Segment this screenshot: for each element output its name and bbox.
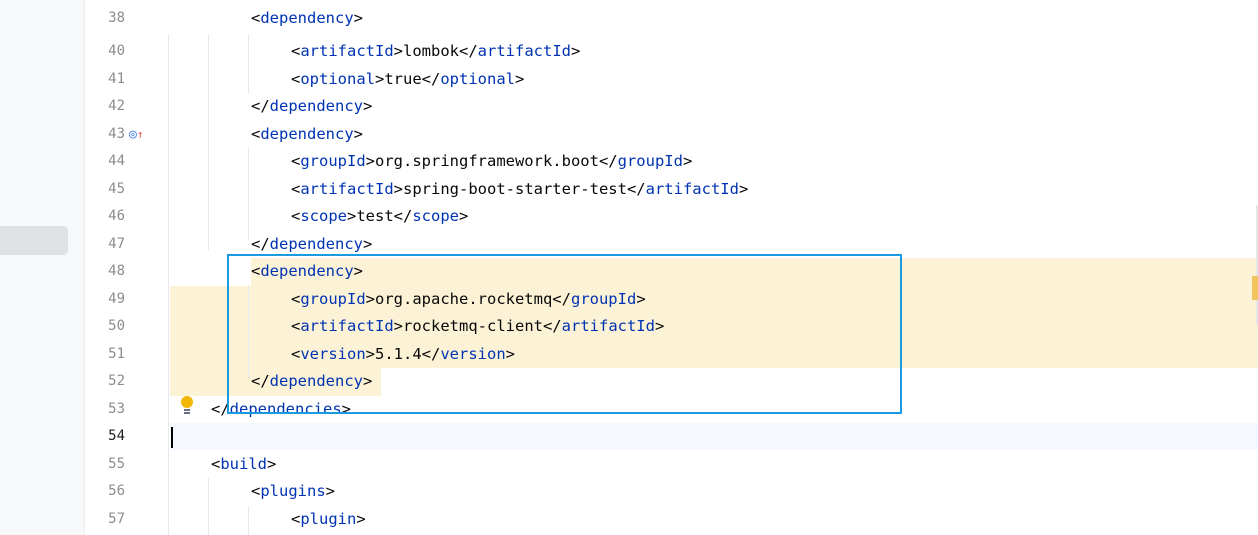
xml-text: </ <box>251 97 270 115</box>
code-line[interactable]: 41 <optional>true</optional> <box>85 66 1258 94</box>
line-number: 53 <box>108 401 125 417</box>
xml-tag-name: dependency <box>260 125 354 143</box>
line-number: 43 <box>108 126 125 142</box>
xml-tag-name: plugin <box>300 510 357 528</box>
xml-text: > <box>267 455 277 473</box>
arrow-up-icon: ↑ <box>136 128 144 141</box>
code-text: <optional>true</optional> <box>291 66 524 94</box>
xml-text: < <box>211 455 221 473</box>
xml-text: > <box>514 70 525 88</box>
code-line[interactable]: 46 <scope>test</scope> <box>85 203 1258 231</box>
code-text: <plugin> <box>291 506 366 534</box>
xml-text: > <box>459 207 469 225</box>
line-number: 51 <box>108 346 125 362</box>
selection-annotation-box <box>227 254 902 414</box>
xml-tag-name: dependency <box>260 9 354 27</box>
code-text: <build> <box>211 451 276 479</box>
xml-text: > <box>353 9 364 27</box>
code-line[interactable]: 40 <artifactId>lombok</artifactId> <box>85 38 1258 66</box>
xml-tag-name: dependency <box>269 235 363 253</box>
code-text: <dependency> <box>251 121 363 149</box>
line-number: 56 <box>108 483 125 499</box>
xml-text: < <box>251 9 261 27</box>
code-text: <artifactId>spring-boot-starter-test</ar… <box>291 176 748 204</box>
project-panel <box>0 0 85 535</box>
xml-text: >test</ <box>347 207 413 225</box>
xml-text: < <box>291 180 301 198</box>
code-line[interactable]: 45 <artifactId>spring-boot-starter-test</… <box>85 176 1258 204</box>
code-line[interactable]: 54 <box>85 423 1258 451</box>
xml-text: >lombok</ <box>393 42 478 60</box>
line-number: 40 <box>108 43 125 59</box>
xml-text: > <box>353 125 364 143</box>
xml-tag-name: groupId <box>300 152 366 170</box>
code-line[interactable]: 44 <groupId>org.springframework.boot</gro… <box>85 148 1258 176</box>
xml-text: </ <box>251 235 270 253</box>
xml-text: < <box>291 152 301 170</box>
xml-tag-name: groupId <box>617 152 683 170</box>
code-line[interactable]: 43 <dependency> <box>85 121 1258 149</box>
code-line[interactable]: 38 <dependency> <box>85 5 1258 33</box>
xml-text: >true</ <box>375 70 441 88</box>
code-text: <dependency> <box>251 5 363 33</box>
line-number: 55 <box>108 456 125 472</box>
xml-text: < <box>251 482 261 500</box>
code-text: <groupId>org.springframework.boot</group… <box>291 148 692 176</box>
project-tree-selected-item[interactable] <box>0 226 68 255</box>
xml-tag-name: optional <box>300 70 375 88</box>
xml-text: > <box>356 510 366 528</box>
line-number: 42 <box>108 98 125 114</box>
xml-text: > <box>363 97 373 115</box>
xml-tag-name: artifactId <box>477 42 571 60</box>
xml-tag-name: dependency <box>269 97 363 115</box>
line-number: 46 <box>108 208 125 224</box>
xml-tag-name: plugins <box>260 482 326 500</box>
xml-tag-name: scope <box>300 207 348 225</box>
target-icon: ◎ <box>129 127 137 142</box>
xml-tag-name: artifactId <box>645 180 739 198</box>
xml-text: < <box>251 125 261 143</box>
code-editor[interactable]: 38 <dependency> 40 <artifactId>lombok</arti… <box>85 0 1258 535</box>
line-number: 41 <box>108 71 125 87</box>
text-caret <box>171 427 173 448</box>
line-number: 48 <box>108 263 125 279</box>
line-number: 54 <box>108 428 125 444</box>
xml-text: < <box>291 510 301 528</box>
xml-text: < <box>291 207 301 225</box>
line-number: 38 <box>108 10 125 26</box>
lightbulb-icon[interactable] <box>181 396 193 418</box>
xml-text: > <box>682 152 693 170</box>
line-number: 44 <box>108 153 125 169</box>
xml-text: >org.springframework.boot</ <box>365 152 618 170</box>
code-line[interactable]: 56 <plugins> <box>85 478 1258 506</box>
xml-text: > <box>325 482 336 500</box>
xml-tag-name: artifactId <box>300 42 394 60</box>
line-number: 52 <box>108 373 125 389</box>
gutter-override-icon[interactable]: ◎↑ <box>129 121 143 148</box>
line-number: 47 <box>108 236 125 252</box>
xml-text: < <box>291 42 301 60</box>
xml-text: >spring-boot-starter-test</ <box>393 180 646 198</box>
xml-tag-name: artifactId <box>300 180 394 198</box>
xml-text: > <box>738 180 749 198</box>
code-line[interactable]: 55 <build> <box>85 451 1258 479</box>
xml-tag-name: optional <box>440 70 515 88</box>
xml-text: < <box>291 70 301 88</box>
code-text: <artifactId>lombok</artifactId> <box>291 38 580 66</box>
code-text: <scope>test</scope> <box>291 203 468 231</box>
xml-text: > <box>363 235 373 253</box>
line-number: 49 <box>108 291 125 307</box>
code-text: </dependency> <box>251 93 372 121</box>
xml-tag-name: build <box>220 455 268 473</box>
code-text: <plugins> <box>251 478 335 506</box>
line-number: 50 <box>108 318 125 334</box>
scrollbar-change-marker[interactable] <box>1252 276 1258 300</box>
xml-tag-name: scope <box>412 207 460 225</box>
line-number: 57 <box>108 511 125 527</box>
line-number: 45 <box>108 181 125 197</box>
code-line[interactable]: 57 <plugin> <box>85 506 1258 534</box>
code-line[interactable]: 42 </dependency> <box>85 93 1258 121</box>
xml-text: > <box>571 42 581 60</box>
